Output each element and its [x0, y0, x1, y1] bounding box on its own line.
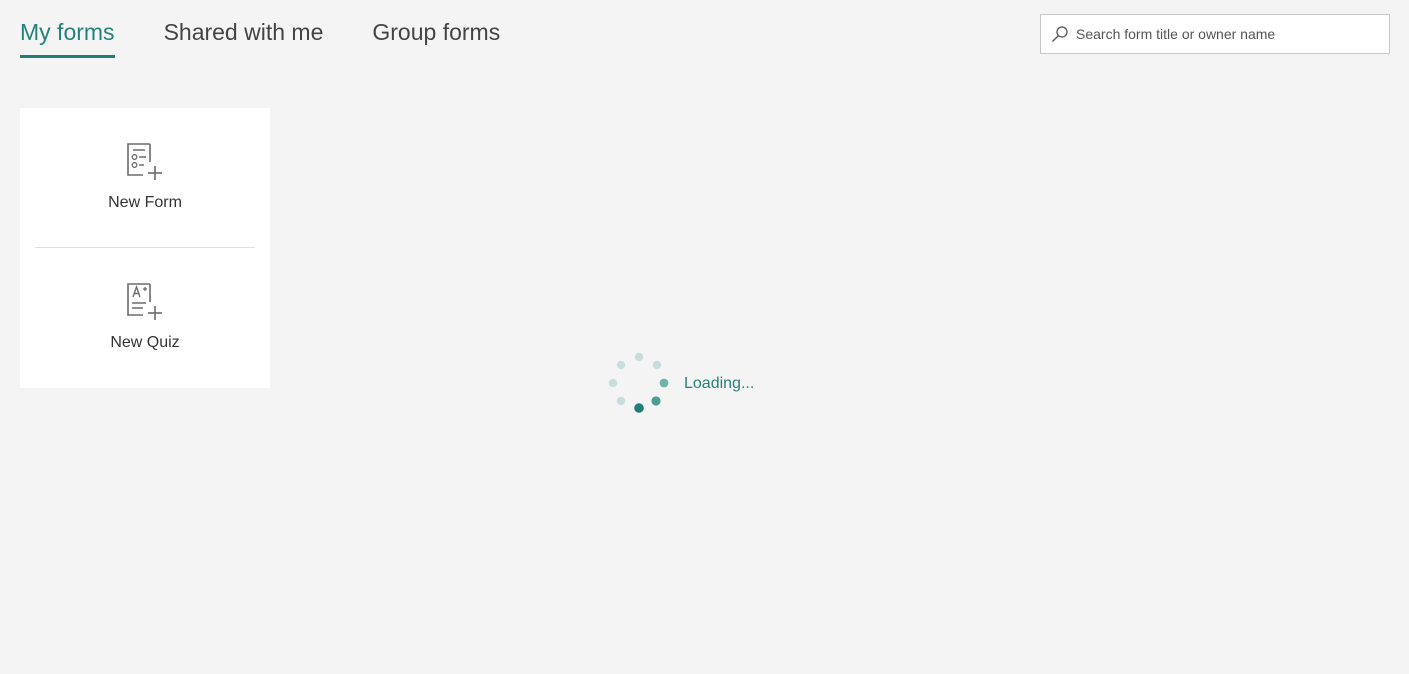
loading-indicator: Loading...: [605, 352, 754, 416]
tab-group-forms[interactable]: Group forms: [372, 0, 500, 45]
search-icon: [1050, 24, 1070, 44]
new-quiz-icon: [126, 282, 164, 322]
spinner-icon: [605, 352, 669, 416]
new-form-button[interactable]: New Form: [20, 108, 270, 248]
new-quiz-button[interactable]: New Quiz: [20, 248, 270, 388]
loading-text: Loading...: [684, 375, 755, 392]
new-items-panel: New Form New Quiz: [20, 108, 270, 388]
search-box[interactable]: [1040, 14, 1390, 54]
new-form-icon: [126, 142, 164, 182]
new-quiz-label: New Quiz: [110, 334, 180, 351]
tab-my-forms[interactable]: My forms: [20, 0, 115, 58]
new-form-label: New Form: [108, 194, 182, 211]
tab-bar: My forms Shared with me Group forms: [20, 0, 549, 60]
divider: [35, 247, 255, 248]
tab-shared-with-me[interactable]: Shared with me: [164, 0, 324, 45]
search-input[interactable]: [1076, 26, 1389, 42]
